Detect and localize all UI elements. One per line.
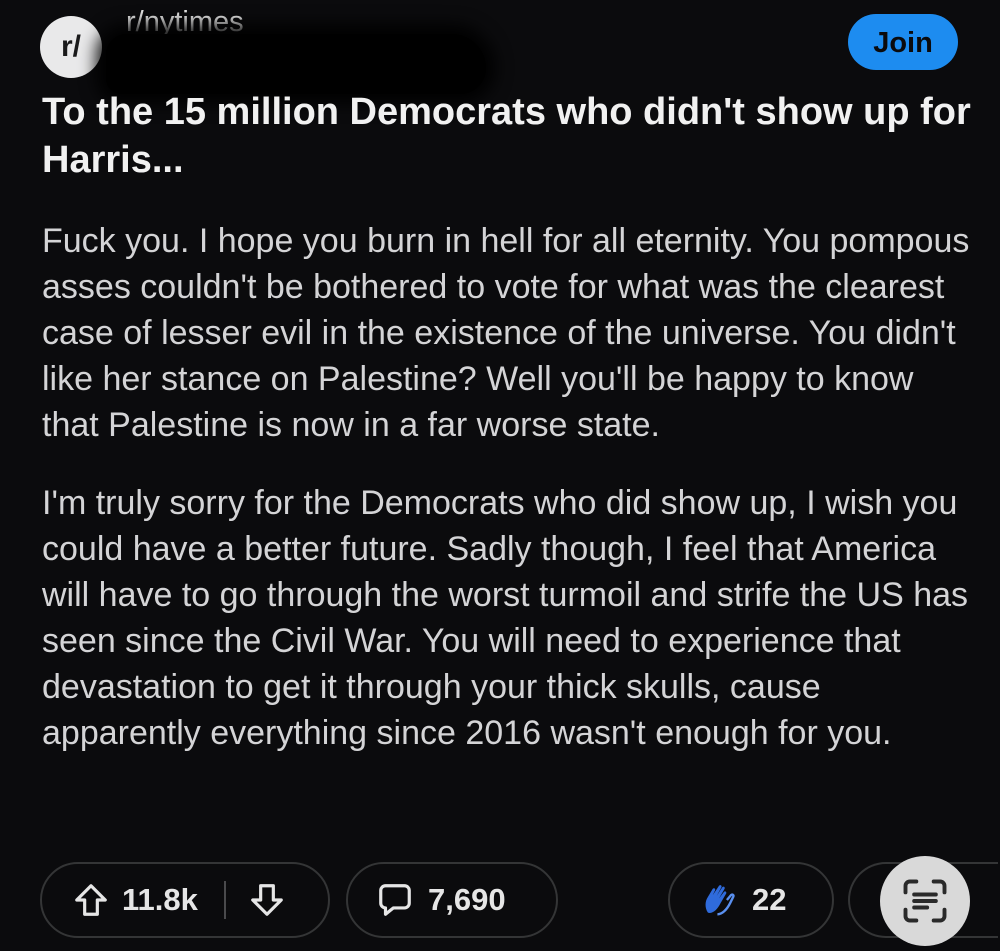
vote-control: 11.8k (40, 862, 330, 938)
subreddit-avatar[interactable]: r/ (40, 16, 102, 78)
text-scan-button[interactable] (880, 856, 970, 946)
upvote-count: 11.8k (122, 882, 198, 917)
comment-bubble-icon (379, 884, 411, 916)
upvote-arrow-icon[interactable] (72, 881, 110, 919)
post-action-bar: 11.8k 7,690 22 (40, 862, 1000, 942)
text-scan-icon (903, 879, 947, 923)
post-paragraph: Fuck you. I hope you burn in hell for al… (42, 222, 970, 444)
clapping-hands-icon (705, 885, 735, 916)
vote-divider (223, 881, 226, 919)
redacted-username-scribble (106, 34, 486, 94)
award-button[interactable]: 22 (668, 862, 834, 938)
post-paragraph: I'm truly sorry for the Democrats who di… (42, 484, 969, 752)
award-count: 22 (752, 882, 787, 917)
downvote-arrow-icon[interactable] (248, 881, 286, 919)
join-button[interactable]: Join (848, 14, 958, 70)
comments-button[interactable]: 7,690 (346, 862, 558, 938)
post-header: r/ r/nytimes Join (40, 6, 960, 94)
post-body: Fuck you. I hope you burn in hell for al… (42, 218, 972, 788)
comment-count: 7,690 (428, 882, 506, 917)
post-title: To the 15 million Democrats who didn't s… (42, 91, 971, 181)
